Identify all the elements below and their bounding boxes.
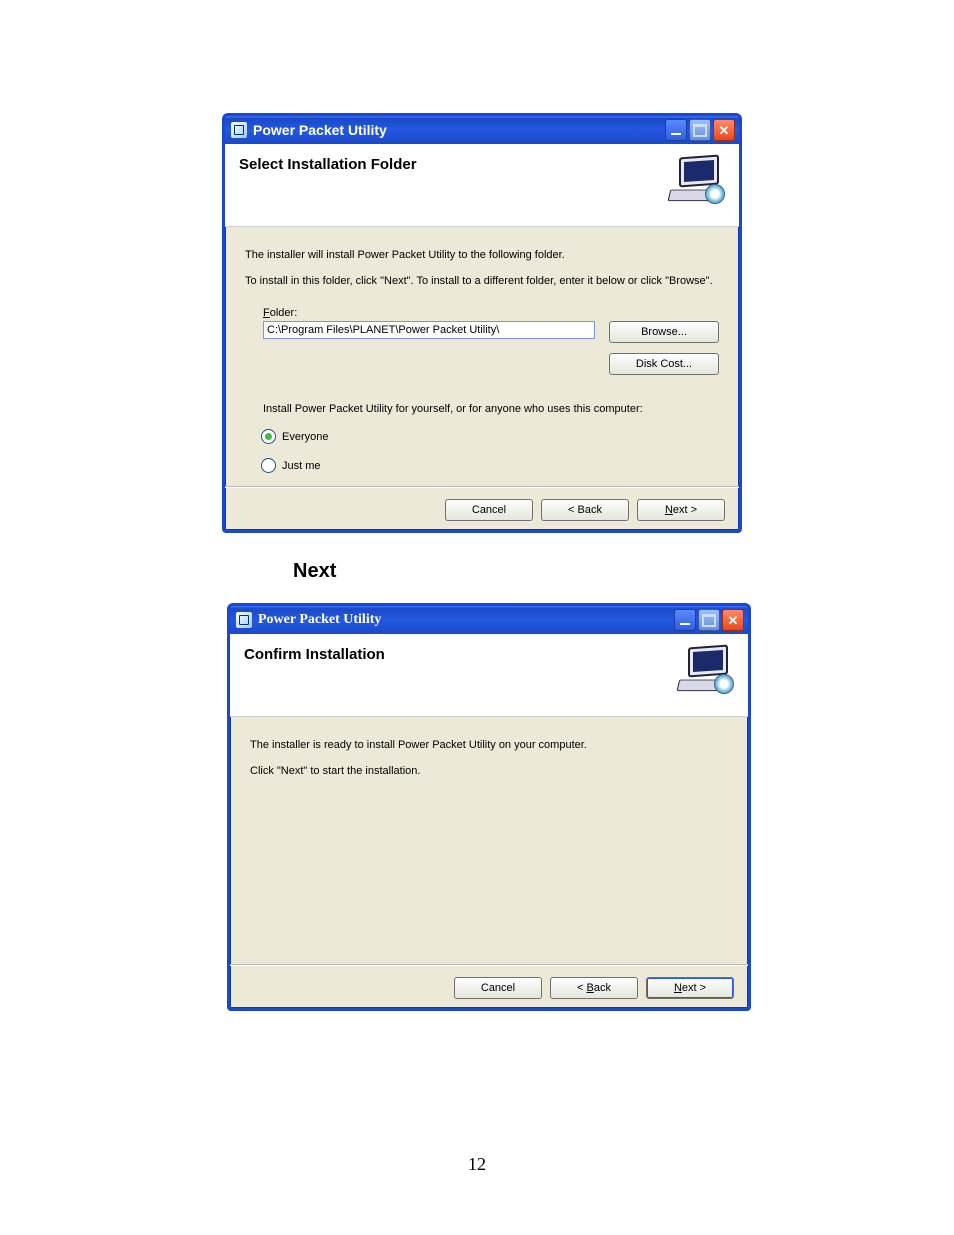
radio-everyone[interactable]: Everyone (261, 429, 719, 444)
installer-art-icon (674, 644, 734, 694)
wizard-footer: Cancel < Back Next > (230, 965, 748, 1010)
radio-justme[interactable]: Just me (261, 458, 719, 473)
titlebar[interactable]: Power Packet Utility ✕ (225, 116, 739, 144)
window-title: Power Packet Utility (253, 122, 663, 138)
close-button[interactable]: ✕ (722, 609, 744, 631)
browse-button[interactable]: Browse... (609, 321, 719, 343)
maximize-button (698, 609, 720, 631)
maximize-button (689, 119, 711, 141)
radio-justme-label: Just me (282, 460, 321, 472)
info-text-1: The installer is ready to install Power … (250, 739, 728, 751)
installer-art-icon (665, 154, 725, 204)
radio-checked-icon (261, 429, 276, 444)
wizard-header: Confirm Installation (230, 634, 748, 717)
next-button[interactable]: Next > (646, 977, 734, 999)
close-button[interactable]: ✕ (713, 119, 735, 141)
cancel-button[interactable]: Cancel (445, 499, 533, 521)
install-for-label: Install Power Packet Utility for yoursel… (263, 403, 719, 415)
back-button[interactable]: < Back (550, 977, 638, 999)
info-text-2: To install in this folder, click "Next".… (245, 275, 719, 287)
page-number: 12 (0, 1154, 954, 1175)
info-text-2: Click "Next" to start the installation. (250, 765, 728, 777)
wizard-heading: Select Installation Folder (239, 156, 417, 173)
wizard-body: The installer will install Power Packet … (225, 227, 739, 487)
step-caption-next: Next (293, 560, 336, 583)
radio-everyone-label: Everyone (282, 431, 328, 443)
minimize-button[interactable] (674, 609, 696, 631)
cancel-button[interactable]: Cancel (454, 977, 542, 999)
disk-cost-button[interactable]: Disk Cost... (609, 353, 719, 375)
app-icon (236, 612, 252, 628)
app-icon (231, 122, 247, 138)
wizard-header: Select Installation Folder (225, 144, 739, 227)
wizard-footer: Cancel < Back Next > (225, 487, 739, 532)
titlebar[interactable]: Power Packet Utility ✕ (230, 606, 748, 634)
installer-window-confirm: Power Packet Utility ✕ Confirm Installat… (227, 603, 751, 1011)
radio-unchecked-icon (261, 458, 276, 473)
minimize-button[interactable] (665, 119, 687, 141)
back-button[interactable]: < Back (541, 499, 629, 521)
folder-input[interactable] (263, 321, 595, 339)
installer-window-select-folder: Power Packet Utility ✕ Select Installati… (222, 113, 742, 533)
wizard-heading: Confirm Installation (244, 646, 385, 663)
info-text-1: The installer will install Power Packet … (245, 249, 719, 261)
wizard-body: The installer is ready to install Power … (230, 717, 748, 965)
window-title: Power Packet Utility (258, 612, 672, 628)
folder-label: Folder: (263, 307, 719, 319)
next-button[interactable]: Next > (637, 499, 725, 521)
